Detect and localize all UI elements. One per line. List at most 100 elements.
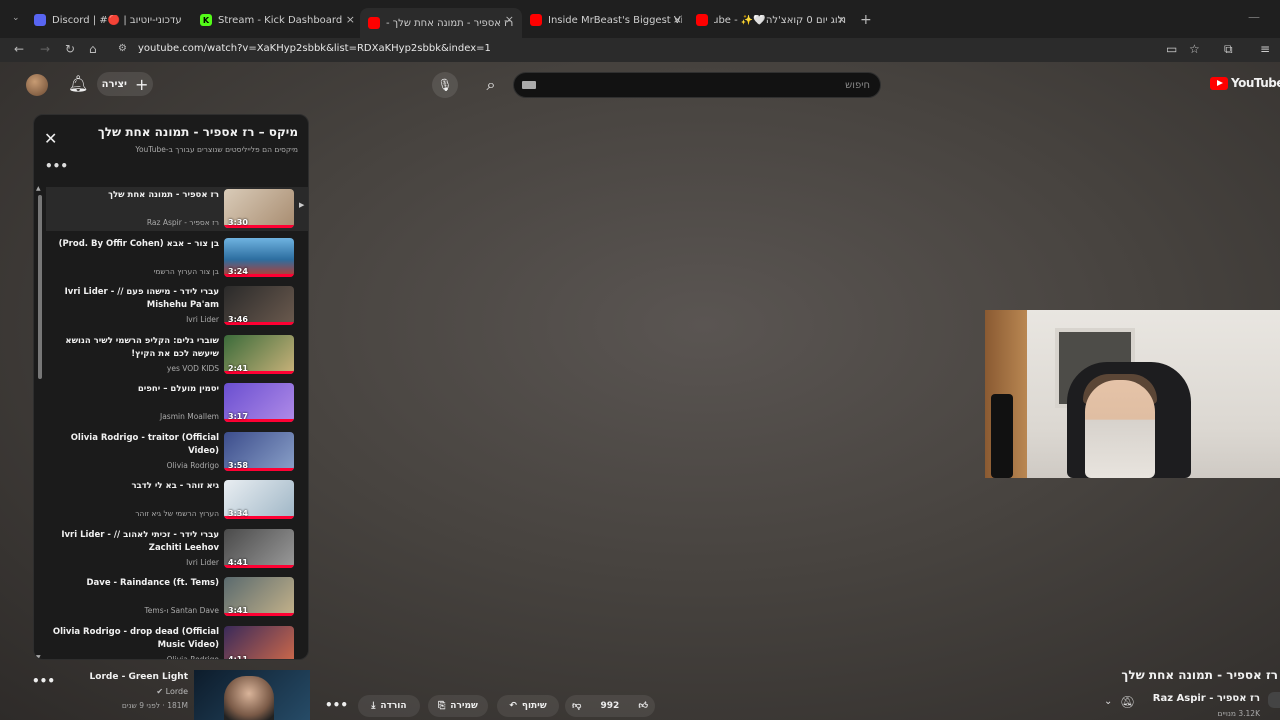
share-button[interactable]: ↶ שיתוף	[497, 695, 559, 717]
playlist-item[interactable]: 4:11 Olivia Rodrigo - drop dead (Official…	[46, 624, 308, 659]
logo-text: YouTube	[1231, 76, 1280, 90]
download-button[interactable]: ⤓ הורדה	[358, 695, 420, 717]
create-button[interactable]: יצירה +	[97, 72, 153, 96]
video-duration: 3:58	[228, 460, 248, 470]
playlist-item-channel: Jasmin Moallem	[160, 412, 219, 421]
like-icon[interactable]: 👍︎	[638, 701, 647, 711]
menu-icon[interactable]: ≡	[1260, 42, 1270, 56]
new-tab-button[interactable]: +	[860, 12, 872, 28]
playlist-item[interactable]: 3:34 גיא זוהר - בא לי לדבר הערוץ הרשמי של …	[46, 478, 308, 522]
close-icon[interactable]: ×	[505, 13, 514, 26]
close-icon[interactable]: ×	[346, 13, 355, 26]
url-field[interactable]: youtube.com/watch?v=XaKHyp2sbbk&list=RDX…	[138, 43, 491, 54]
install-app-icon[interactable]: ▭	[1166, 42, 1177, 56]
playlist-item-title: Olivia Rodrigo - drop dead (Official Mus…	[52, 626, 219, 650]
playlist-item[interactable]: 3:24 בן צור – אבא (Prod. By Offir Cohen) ב…	[46, 236, 308, 280]
avatar[interactable]	[26, 74, 48, 96]
tab-kick[interactable]: K Stream - Kick Dashboard ×	[200, 8, 355, 32]
playlist-item[interactable]: 3:58 Olivia Rodrigo - traitor (Official V…	[46, 430, 308, 474]
address-bar-row: ← → ↻ ⌂ ⚙ youtube.com/watch?v=XaKHyp2sbb…	[0, 38, 1280, 62]
playlist-item-title: יסמין מועלם – יחפים	[137, 384, 219, 394]
playlist-item[interactable]: 3:41 Dave - Raindance (ft. Tems) Santan Da…	[46, 575, 308, 619]
more-actions-icon[interactable]: •••	[325, 698, 348, 712]
keyboard-icon[interactable]	[522, 81, 536, 89]
streamer-webcam-overlay	[985, 310, 1280, 478]
tab-title: Inside MrBeast's Biggest Video	[548, 14, 682, 26]
bookmark-star-icon[interactable]: ☆	[1189, 42, 1200, 56]
playlist-item[interactable]: 2:41 שוברי גלים: הקליפ הרשמי לשיר הנושא ש…	[46, 333, 308, 377]
voice-search-mic-icon[interactable]: 🎙︎	[432, 72, 458, 98]
extensions-icon[interactable]: ⧉	[1224, 42, 1233, 57]
kick-icon: K	[200, 14, 212, 26]
next-video-title: Lorde - Green Light	[89, 672, 188, 682]
playlist-item[interactable]: 3:46 עברי לידר - מישהו פעם // Ivri Lider …	[46, 284, 308, 328]
reload-icon[interactable]: ↻	[65, 42, 75, 56]
close-icon[interactable]: ✕	[44, 129, 57, 148]
youtube-watch-page: 🔔︎ יצירה + 🎙︎ ⌕ YouTube ✕ מיקס – רז אספי…	[0, 62, 1280, 720]
tab-title: Stream - Kick Dashboard	[218, 14, 343, 26]
dislike-icon[interactable]: 👎︎	[572, 701, 581, 711]
home-icon[interactable]: ⌂	[89, 42, 97, 56]
scroll-up-icon[interactable]: ▲	[36, 185, 41, 192]
forward-icon[interactable]: →	[40, 42, 50, 56]
subscriber-count: 3.12K מנויים	[1217, 709, 1260, 718]
playlist-scrollbar[interactable]: ▲ ▼	[36, 185, 44, 659]
webcam-lamp	[991, 394, 1013, 478]
youtube-icon	[368, 17, 380, 29]
playlist-title: מיקס – רז אספיר - תמונה אחת שלך	[97, 125, 298, 139]
next-video-channel-name: Lorde	[165, 687, 188, 696]
scrollbar-thumb[interactable]	[38, 195, 42, 379]
tab-title: Discord | #🔴 | עדכוני-יוטיוב	[52, 14, 182, 26]
more-actions-icon[interactable]: •••	[45, 159, 68, 173]
tab-title: רז אספיר - תמונה אחת שלך -	[386, 17, 514, 29]
video-duration: 2:41	[228, 363, 248, 373]
share-icon: ↶	[509, 701, 517, 711]
save-button[interactable]: ⎘ שמירה	[428, 695, 488, 717]
close-icon[interactable]: ×	[837, 13, 846, 26]
playlist-item-title: Olivia Rodrigo - traitor (Official Video…	[70, 432, 219, 456]
youtube-logo[interactable]: YouTube	[1210, 76, 1280, 90]
notifications-bell-icon[interactable]: 🔔︎	[68, 74, 88, 93]
minimize-icon[interactable]: —	[1248, 10, 1260, 24]
video-duration: 3:17	[228, 412, 248, 421]
playlist-item[interactable]: 4:41 עברי לידר - זכיתי לאהוב // Ivri Lide…	[46, 527, 308, 571]
like-count[interactable]: 992	[600, 701, 619, 711]
youtube-masthead: 🔔︎ יצירה + 🎙︎ ⌕ YouTube	[0, 62, 1280, 106]
plus-icon: +	[134, 74, 149, 94]
next-video-card[interactable]: ••• Lorde - Green Light ✔ Lorde 181M · ל…	[0, 670, 310, 720]
search-box	[513, 72, 881, 98]
subscription-bell-icon[interactable]: 🔕︎	[1120, 695, 1135, 709]
create-label: יצירה	[101, 78, 127, 90]
chevron-down-icon[interactable]: ⌄	[1104, 696, 1112, 707]
site-info-icon[interactable]: ⚙	[118, 43, 127, 54]
more-actions-icon[interactable]: •••	[32, 674, 55, 688]
back-icon[interactable]: ←	[14, 42, 24, 56]
tab-mrbeast[interactable]: Inside MrBeast's Biggest Video ×	[530, 8, 682, 32]
mix-playlist-panel: ✕ מיקס – רז אספיר - תמונה אחת שלך מיקסים…	[33, 114, 309, 660]
bookmark-icon: ⎘	[438, 701, 446, 711]
video-duration: 3:30	[228, 218, 248, 227]
youtube-icon	[696, 14, 708, 26]
playlist-item[interactable]: 3:17 יסמין מועלם – יחפים Jasmin Moallem	[46, 381, 308, 425]
tab-current-video[interactable]: רז אספיר - תמונה אחת שלך - ×	[360, 8, 522, 38]
search-input[interactable]	[540, 73, 880, 97]
channel-name[interactable]: רז אספיר - Raz Aspir	[1153, 693, 1260, 704]
like-dislike-group: 👎︎ 992 👍︎	[565, 695, 655, 717]
next-video-thumbnail[interactable]	[194, 670, 310, 720]
share-label: שיתוף	[521, 701, 547, 711]
channel-avatar[interactable]	[1268, 692, 1280, 708]
video-duration: 3:34	[228, 509, 248, 518]
playlist-item-channel: Santan Dave ו-Tems	[144, 606, 220, 615]
playlist-item-title: גיא זוהר - בא לי לדבר	[131, 481, 219, 491]
discord-icon	[34, 14, 46, 26]
tab-search-icon[interactable]: ⌄	[12, 13, 20, 23]
close-icon[interactable]: ×	[673, 13, 682, 26]
playlist-item-title: עברי לידר - זכיתי לאהוב // Ivri Lider - …	[61, 529, 219, 553]
webcam-person	[1085, 380, 1155, 478]
search-icon[interactable]: ⌕	[476, 72, 506, 98]
playlist-item[interactable]: 3:30 רז אספיר - תמונה אחת שלך רז אספיר - R…	[46, 187, 308, 231]
download-icon: ⤓	[371, 701, 376, 711]
tab-vlog[interactable]: ולוג יום 0 קואצ'לה🤍✨ - Tube ×	[696, 8, 846, 32]
playlist-item-channel: הערוץ הרשמי של גיא זוהר	[135, 509, 219, 518]
tab-discord[interactable]: Discord | #🔴 | עדכוני-יוטיוב	[34, 8, 194, 32]
